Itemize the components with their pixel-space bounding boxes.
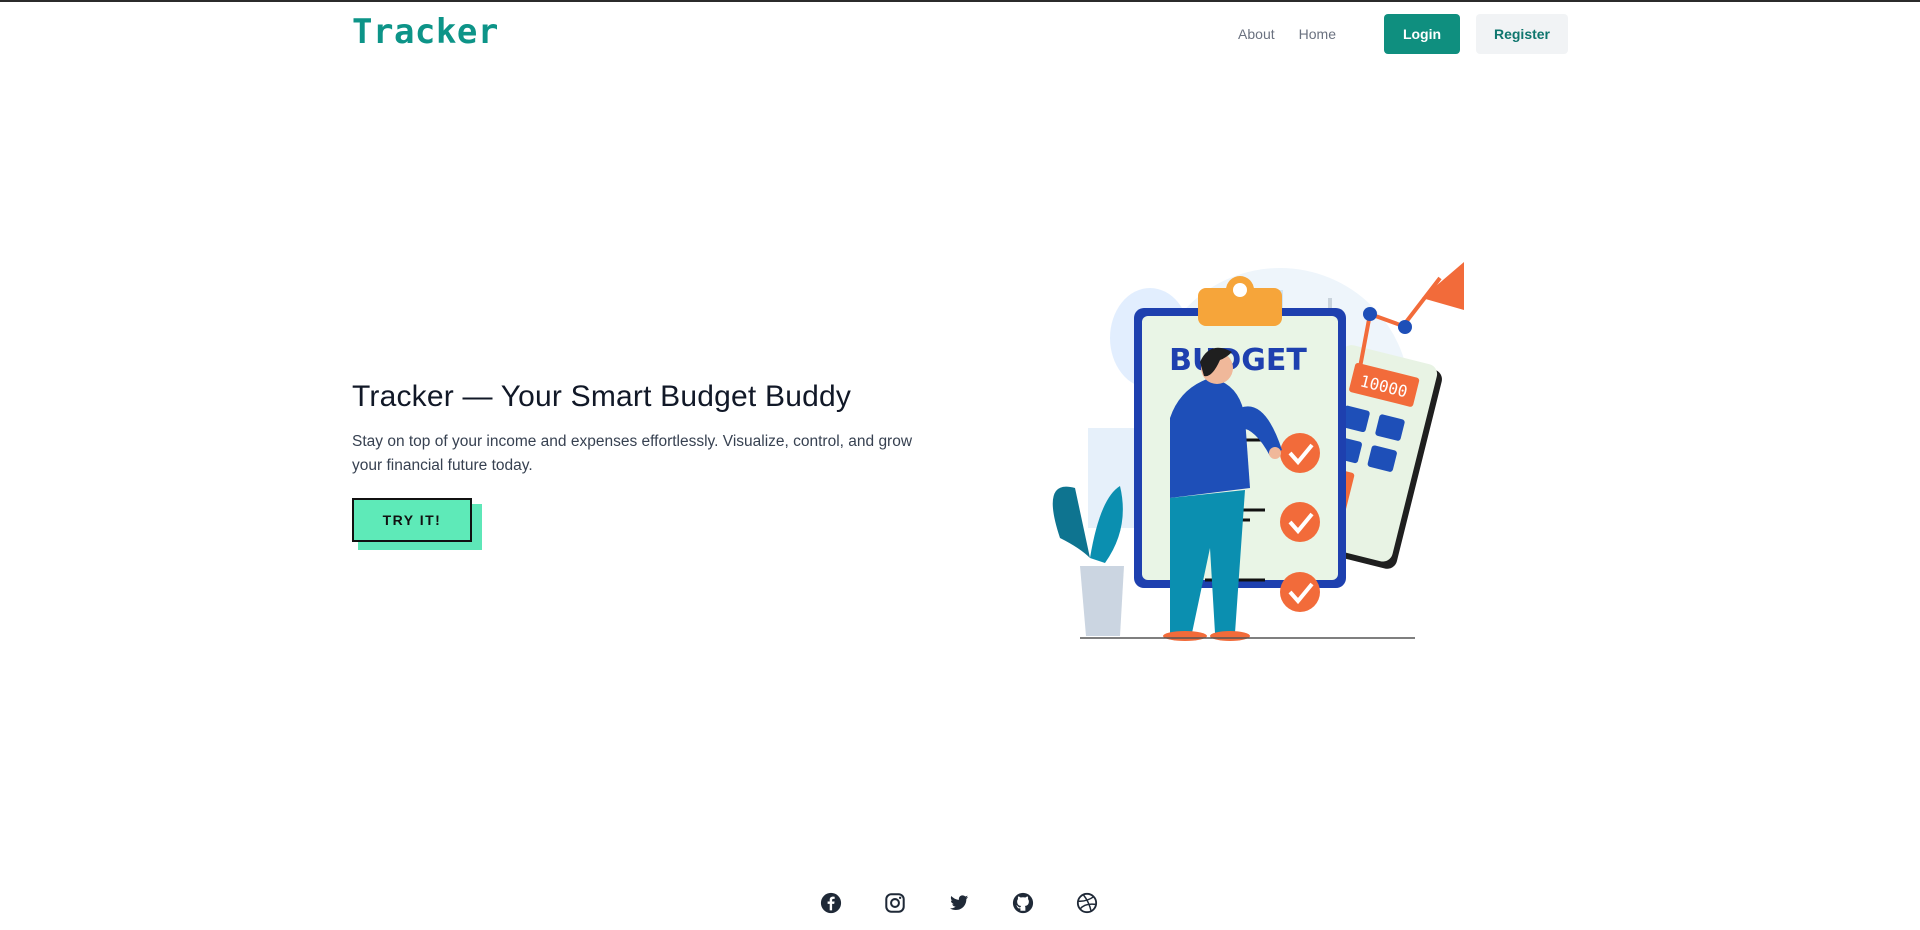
github-icon[interactable] — [1010, 890, 1036, 916]
hero-subtitle: Stay on top of your income and expenses … — [352, 433, 913, 474]
navbar: Tracker About Home Login Register — [352, 2, 1568, 66]
login-button[interactable]: Login — [1384, 14, 1460, 54]
try-it-button[interactable]: TRY IT! — [352, 498, 472, 542]
nav-link-about[interactable]: About — [1238, 26, 1275, 42]
dribbble-icon[interactable] — [1074, 890, 1100, 916]
facebook-icon[interactable] — [818, 890, 844, 916]
register-button[interactable]: Register — [1476, 14, 1568, 54]
hero-title: Tracker — Your Smart Budget Buddy — [352, 380, 852, 413]
nav-link-home[interactable]: Home — [1299, 26, 1336, 42]
instagram-icon[interactable] — [882, 890, 908, 916]
social-links — [818, 890, 1100, 916]
budget-illustration: 10000 BUDGET — [1052, 262, 1464, 641]
nav-links: About Home Login Register — [1238, 14, 1568, 54]
cta-container: TRY IT! — [352, 498, 482, 554]
twitter-icon[interactable] — [946, 890, 972, 916]
clipboard-title: BUDGET — [1169, 343, 1307, 378]
brand-logo[interactable]: Tracker — [352, 12, 499, 52]
hero-section: Tracker — Your Smart Budget Buddy Stay o… — [352, 380, 972, 494]
